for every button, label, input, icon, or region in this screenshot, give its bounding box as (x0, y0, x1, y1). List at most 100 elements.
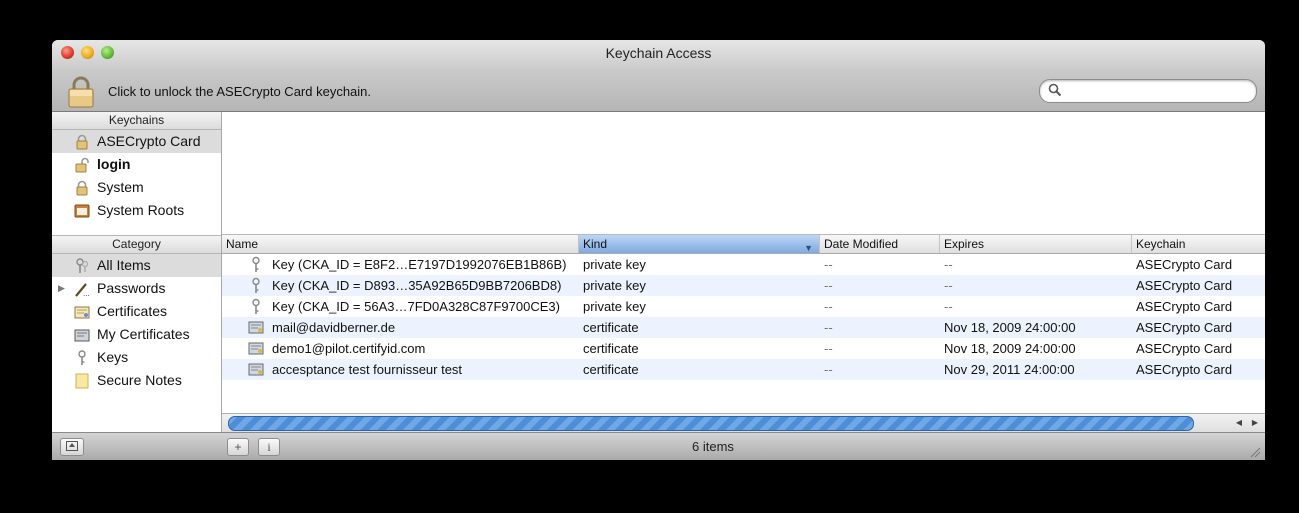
category-label: Keys (97, 349, 129, 365)
category-item-keys[interactable]: Keys (52, 346, 221, 369)
certificate-icon (248, 342, 264, 355)
cell-kind: private key (583, 278, 646, 293)
keychain-access-window: Keychain Access Click to unlock the ASEC… (52, 40, 1265, 460)
keychain-item-system[interactable]: System (52, 176, 221, 199)
cell-date-modified: -- (824, 257, 833, 272)
cell-keychain: ASECrypto Card (1136, 278, 1233, 293)
empty-row (222, 380, 1265, 401)
certificate-icon (248, 363, 264, 376)
unlock-prompt[interactable]: Click to unlock the ASECrypto Card keych… (108, 84, 371, 99)
cell-expires: -- (944, 299, 953, 314)
cell-name: Key (CKA_ID = E8F2…E7197D1992076EB1B86B) (272, 257, 567, 272)
table-row[interactable]: Key (CKA_ID = 56A3…7FD0A328C87F9700CE3) … (222, 296, 1265, 317)
note-icon (75, 373, 89, 389)
cell-keychain: ASECrypto Card (1136, 257, 1233, 272)
column-header-kind[interactable]: Kind ▼ (579, 235, 820, 253)
column-header-date-modified[interactable]: Date Modified (820, 235, 940, 253)
cell-date-modified: -- (824, 362, 833, 377)
cell-name: demo1@pilot.certifyid.com (272, 341, 426, 356)
sidebar: Keychains ASECrypto Card login System Sy… (52, 112, 222, 432)
table-row[interactable]: demo1@pilot.certifyid.com certificate --… (222, 338, 1265, 359)
table-row[interactable]: mail@davidberner.de certificate -- Nov 1… (222, 317, 1265, 338)
title-toolbar: Keychain Access Click to unlock the ASEC… (52, 40, 1265, 112)
cell-date-modified: -- (824, 299, 833, 314)
category-item-secure-notes[interactable]: Secure Notes (52, 369, 221, 392)
scroll-left-icon[interactable]: ◀ (1231, 414, 1247, 432)
cell-kind: private key (583, 299, 646, 314)
cell-kind: certificate (583, 341, 639, 356)
disclosure-triangle-icon[interactable]: ▶ (58, 277, 65, 300)
cell-kind: certificate (583, 320, 639, 335)
padlock-closed-icon (76, 134, 88, 150)
search-input[interactable] (1068, 82, 1252, 100)
add-item-button[interactable]: + (227, 438, 249, 456)
category-item-certificates[interactable]: Certificates (52, 300, 221, 323)
padlock-open-icon (75, 157, 89, 173)
keychain-label: System Roots (97, 202, 185, 218)
column-header-keychain[interactable]: Keychain (1132, 235, 1265, 253)
cell-name: mail@davidberner.de (272, 320, 396, 335)
svg-text:...: ... (83, 289, 90, 297)
category-label: Certificates (97, 303, 168, 319)
keychain-item-login[interactable]: login (52, 153, 221, 176)
keychain-item-asecrypto-card[interactable]: ASECrypto Card (52, 130, 221, 153)
search-field[interactable] (1039, 79, 1257, 103)
cell-expires: -- (944, 257, 953, 272)
scroll-right-icon[interactable]: ▶ (1247, 414, 1263, 432)
column-header-expires[interactable]: Expires (940, 235, 1132, 253)
main-pane: Name Kind ▼ Date Modified Expires Keycha… (222, 112, 1265, 433)
item-count: 6 items (692, 439, 734, 454)
pen-icon: ... (75, 283, 90, 297)
column-header-label: Kind (583, 237, 608, 251)
status-bar: + i 6 items (52, 432, 1265, 460)
item-preview-area (222, 112, 1265, 235)
scroll-arrows: ◀ ▶ (1231, 414, 1265, 432)
cell-name: Key (CKA_ID = D893…35A92B65D9BB7206BD8) (272, 278, 562, 293)
category-item-all-items[interactable]: All Items (52, 254, 221, 277)
items-table: Key (CKA_ID = E8F2…E7197D1992076EB1B86B)… (222, 254, 1265, 413)
table-row[interactable]: Key (CKA_ID = D893…35A92B65D9BB7206BD8) … (222, 275, 1265, 296)
resize-grip-icon[interactable] (1249, 446, 1261, 458)
cell-date-modified: -- (824, 320, 833, 335)
cell-date-modified: -- (824, 278, 833, 293)
category-header: Category (52, 235, 221, 254)
key-icon (252, 277, 260, 293)
cell-expires: -- (944, 278, 953, 293)
scroll-thumb[interactable] (228, 416, 1194, 431)
cell-name: accesptance test fournisseur test (272, 362, 463, 377)
keychains-header: Keychains (52, 112, 221, 130)
category-label: Passwords (97, 280, 166, 296)
column-header-name[interactable]: Name (222, 235, 579, 253)
key-icon (252, 298, 260, 314)
category-label: Secure Notes (97, 372, 182, 388)
cell-expires: Nov 18, 2009 24:00:00 (944, 320, 1076, 335)
cell-kind: private key (583, 257, 646, 272)
cell-keychain: ASECrypto Card (1136, 362, 1233, 377)
cell-keychain: ASECrypto Card (1136, 320, 1233, 335)
keychain-item-system-roots[interactable]: System Roots (52, 199, 221, 222)
folder-cabinet-icon (74, 204, 90, 218)
cell-keychain: ASECrypto Card (1136, 341, 1233, 356)
cell-kind: certificate (583, 362, 639, 377)
key-icon (78, 350, 86, 365)
category-item-my-certificates[interactable]: My Certificates (52, 323, 221, 346)
table-row[interactable]: accesptance test fournisseur test certif… (222, 359, 1265, 380)
get-info-button[interactable]: i (258, 438, 280, 456)
certificate-icon (74, 329, 90, 342)
horizontal-scrollbar[interactable]: ◀ ▶ (222, 413, 1265, 433)
keychain-label: login (97, 156, 131, 172)
sidebar-toggle-icon (66, 441, 78, 451)
category-item-passwords[interactable]: ▶ ... Passwords (52, 277, 221, 300)
padlock-closed-icon (76, 180, 88, 196)
show-hide-sidebar-button[interactable] (60, 438, 84, 456)
certificate-icon (74, 306, 90, 319)
keys-icon (76, 258, 89, 273)
window-title: Keychain Access (605, 45, 712, 61)
table-header: Name Kind ▼ Date Modified Expires Keycha… (222, 235, 1265, 254)
padlock-icon[interactable] (66, 76, 96, 108)
table-row[interactable]: Key (CKA_ID = E8F2…E7197D1992076EB1B86B)… (222, 254, 1265, 275)
cell-expires: Nov 18, 2009 24:00:00 (944, 341, 1076, 356)
cell-name: Key (CKA_ID = 56A3…7FD0A328C87F9700CE3) (272, 299, 560, 314)
certificate-icon (248, 321, 264, 334)
search-icon (1048, 83, 1062, 97)
